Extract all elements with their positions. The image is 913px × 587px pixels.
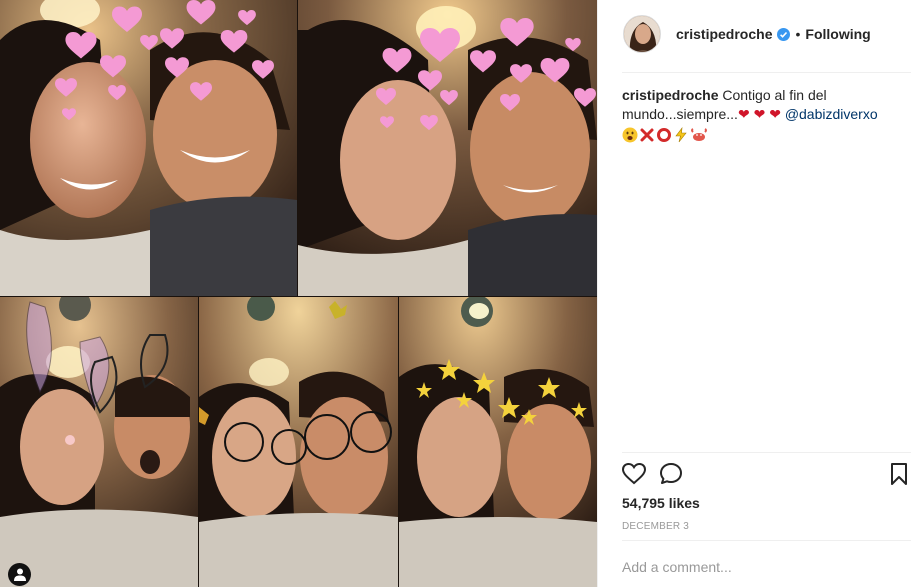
heart-stickers: [55, 0, 596, 131]
bookmark-icon[interactable]: [886, 461, 912, 487]
post-photo[interactable]: [0, 0, 597, 587]
speech-bubble-icon[interactable]: [658, 461, 684, 487]
comment-divider: [622, 540, 911, 541]
actions-divider: [622, 452, 911, 453]
verified-badge-icon: [777, 27, 791, 41]
user-tag-icon[interactable]: [8, 563, 31, 586]
lightning-icon: [675, 127, 687, 143]
header-separator: •: [795, 26, 801, 42]
mention-link[interactable]: @dabizdiverxo: [785, 106, 878, 122]
face-icon: [622, 127, 638, 143]
likes-count[interactable]: 54,795 likes: [622, 495, 700, 511]
photo-tile-glasses: [199, 297, 398, 587]
header-divider: [622, 72, 911, 73]
post-date[interactable]: December 3: [622, 521, 689, 532]
photo-tile-stars: [399, 297, 597, 587]
comment-input[interactable]: [622, 555, 892, 579]
ring-icon: [657, 128, 671, 142]
cross-mark-icon: [640, 128, 654, 142]
header-username[interactable]: cristipedroche: [676, 26, 772, 42]
photo-tile-bunny: [0, 297, 198, 587]
heart-emoji: ❤: [769, 106, 781, 122]
heart-outline-icon[interactable]: [621, 461, 647, 487]
heart-emoji: ❤: [753, 106, 766, 122]
caption-username[interactable]: cristipedroche: [622, 87, 718, 103]
action-bar: [621, 461, 912, 487]
crab-icon: [691, 128, 707, 141]
post-header: cristipedroche • Following: [598, 0, 913, 68]
caption-emoji-row: [622, 127, 892, 143]
avatar[interactable]: [623, 15, 661, 53]
following-button[interactable]: Following: [805, 26, 870, 42]
caption: cristipedroche Contigo al fin del mundo.…: [622, 86, 892, 143]
heart-emoji: ❤: [737, 106, 750, 122]
post-details-panel: cristipedroche • Following cristipedroch…: [597, 0, 913, 587]
